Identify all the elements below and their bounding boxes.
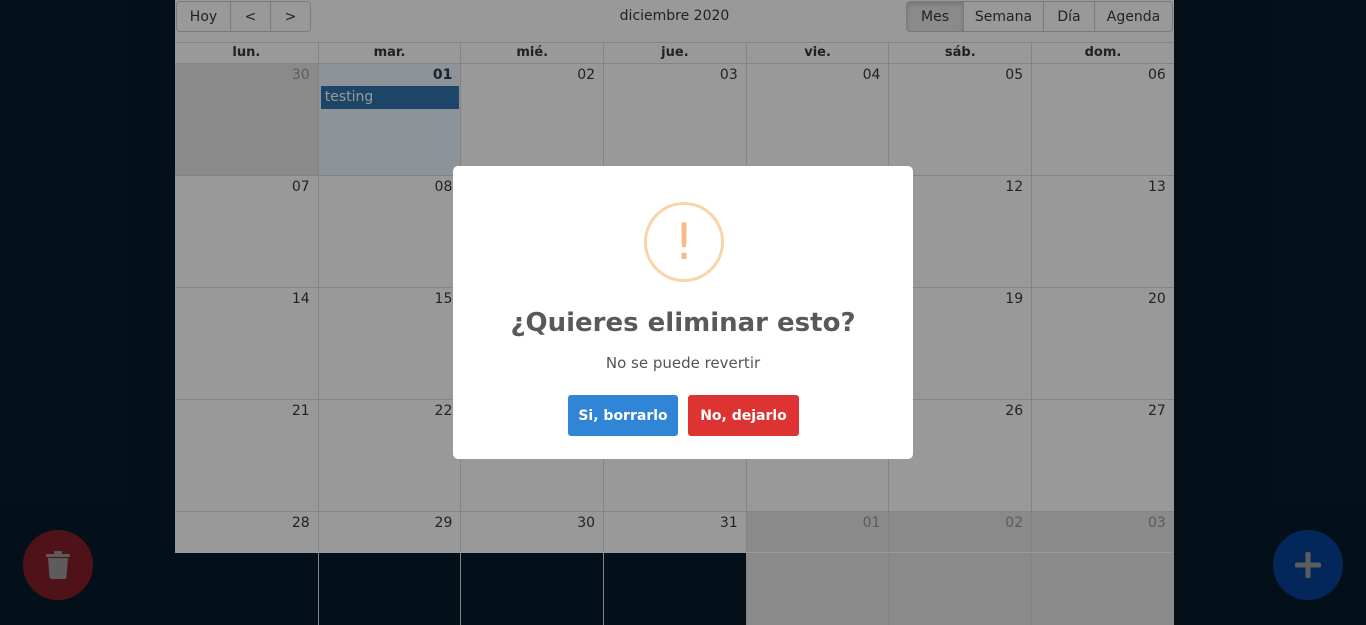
dialog-text: No se puede revertir: [605, 354, 761, 372]
warning-icon: !: [644, 202, 724, 282]
confirm-delete-dialog: ! ¿Quieres eliminar esto? No se puede re…: [453, 166, 913, 459]
confirm-delete-button[interactable]: Si, borrarlo: [568, 395, 678, 436]
dialog-title: ¿Quieres eliminar esto?: [510, 308, 856, 338]
cancel-delete-button[interactable]: No, dejarlo: [688, 395, 799, 436]
